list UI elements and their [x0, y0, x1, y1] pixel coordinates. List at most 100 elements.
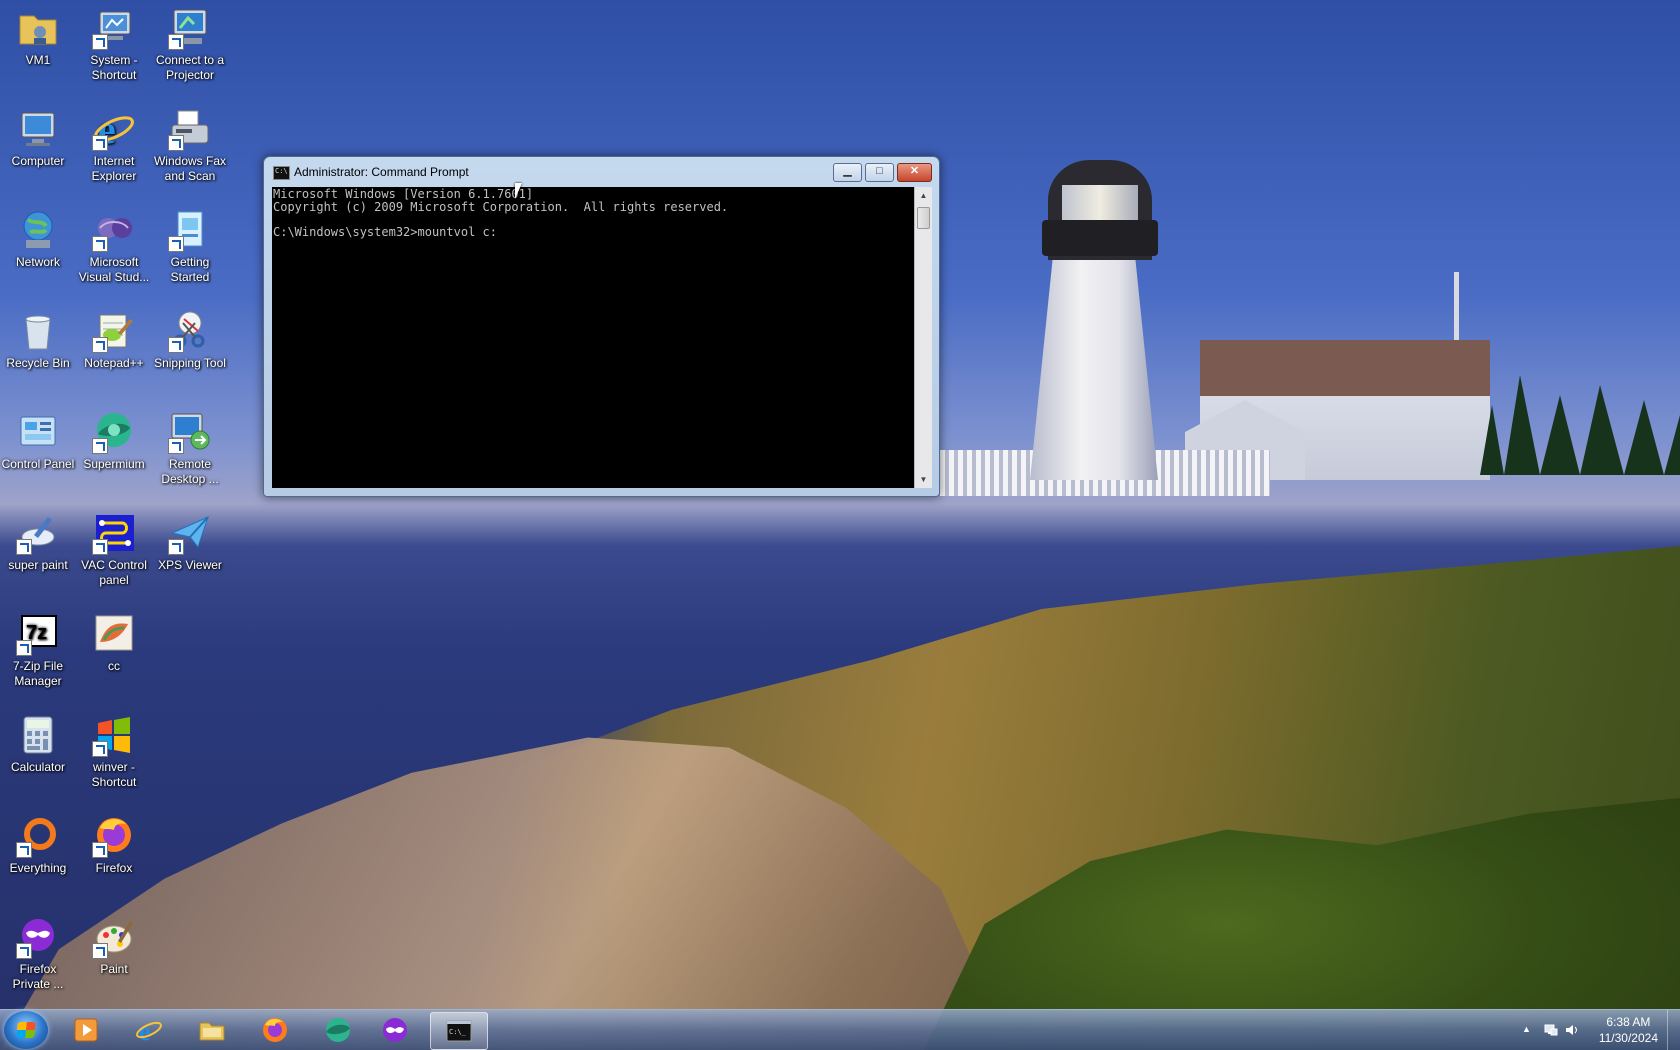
desktop-icon-paint[interactable]: Paint — [76, 915, 152, 977]
clock-date: 11/30/2024 — [1598, 1031, 1658, 1045]
getting-started-icon — [168, 208, 212, 252]
maximize-button[interactable]: □ — [865, 163, 894, 182]
clock-time: 6:38 AM — [1606, 1015, 1651, 1029]
desktop-icon-system-shortcut[interactable]: System - Shortcut — [76, 6, 152, 83]
scrollbar-thumb[interactable] — [917, 207, 930, 229]
desktop-icon-connect-projector[interactable]: Connect to a Projector — [152, 6, 228, 83]
folder-icon — [199, 1022, 225, 1041]
snipping-scissors-icon — [168, 309, 212, 353]
desktop-icon-cc[interactable]: cc — [76, 612, 152, 674]
supermium-icon — [326, 1018, 350, 1042]
desktop-icon-notepad-plus-plus[interactable]: Notepad++ — [76, 309, 152, 371]
shortcut-arrow-icon — [92, 236, 108, 252]
taskbar-command-prompt[interactable]: C:\_ — [430, 1012, 488, 1050]
taskbar-internet-explorer[interactable]: e — [121, 1012, 177, 1048]
show-desktop-button[interactable] — [1667, 1010, 1680, 1050]
desktop-icon-snipping-tool[interactable]: Snipping Tool — [152, 309, 228, 371]
control-panel-icon — [16, 410, 60, 454]
firefox-icon — [263, 1018, 287, 1042]
folder-user-icon — [16, 6, 60, 50]
desktop-icon-computer[interactable]: Computer — [0, 107, 76, 169]
windows-logo-icon — [92, 713, 136, 757]
shortcut-arrow-icon — [168, 539, 184, 555]
wallpaper-lighthouse-gallery — [1042, 220, 1158, 256]
mouse-cursor-icon — [515, 183, 522, 199]
cc-image-icon — [92, 612, 136, 656]
desktop-icon-control-panel[interactable]: Control Panel — [0, 410, 76, 472]
vertical-scrollbar[interactable]: ▲ ▼ — [914, 187, 932, 488]
taskbar-supermium[interactable] — [310, 1012, 366, 1048]
close-button[interactable]: ✕ — [897, 163, 932, 182]
desktop-icon-getting-started[interactable]: Getting Started — [152, 208, 228, 285]
taskbar-file-explorer[interactable] — [184, 1012, 240, 1048]
console-output-area[interactable]: Microsoft Windows [Version 6.1.7601] Cop… — [272, 187, 914, 488]
taskbar-firefox[interactable] — [247, 1012, 303, 1048]
desktop-icon-remote-desktop[interactable]: Remote Desktop ... — [152, 410, 228, 487]
taskbar-firefox-private[interactable] — [367, 1012, 423, 1048]
computer-icon — [16, 107, 60, 151]
network-status-icon[interactable] — [1544, 1023, 1558, 1037]
everything-search-icon — [16, 814, 60, 858]
window-title-bar[interactable]: Administrator: Command Prompt ▁ □ ✕ — [264, 157, 939, 187]
svg-text:C:\_: C:\_ — [449, 1028, 467, 1036]
shortcut-arrow-icon — [92, 943, 108, 959]
calculator-icon — [16, 713, 60, 757]
shortcut-arrow-icon — [16, 943, 32, 959]
taskbar-clock[interactable]: 6:38 AM 11/30/2024 — [1599, 1014, 1658, 1046]
desktop-icon-firefox-private[interactable]: Firefox Private ... — [0, 915, 76, 992]
minimize-button[interactable]: ▁ — [833, 163, 862, 182]
wallpaper-lighthouse — [1030, 255, 1158, 480]
desktop-icon-firefox[interactable]: Firefox — [76, 814, 152, 876]
show-hidden-icons-chevron-icon[interactable]: ▲ — [1522, 1024, 1536, 1038]
desktop-icon-calculator[interactable]: Calculator — [0, 713, 76, 775]
paint-palette-icon — [92, 915, 136, 959]
command-prompt-icon: C:\_ — [446, 1020, 472, 1042]
shortcut-arrow-icon — [92, 135, 108, 151]
cmd-app-icon[interactable] — [273, 166, 290, 180]
shortcut-arrow-icon — [92, 337, 108, 353]
supermium-icon — [92, 410, 136, 454]
vac-cable-icon — [92, 511, 136, 555]
scroll-down-arrow-icon[interactable]: ▼ — [915, 471, 932, 488]
taskbar-media-player[interactable] — [58, 1012, 114, 1048]
desktop-icon-everything[interactable]: Everything — [0, 814, 76, 876]
start-button[interactable] — [4, 1011, 48, 1049]
shortcut-arrow-icon — [168, 337, 184, 353]
desktop-icon-vac-control-panel[interactable]: VAC Control panel — [76, 511, 152, 588]
shortcut-arrow-icon — [16, 539, 32, 555]
wallpaper-trees — [1480, 375, 1680, 475]
desktop-icon-windows-fax-scan[interactable]: Windows Fax and Scan — [152, 107, 228, 184]
taskbar: e C:\_ ▲ 6:38 AM 11/30/2024 — [0, 1009, 1680, 1050]
volume-speaker-icon[interactable] — [1565, 1023, 1579, 1037]
visual-studio-icon — [92, 208, 136, 252]
system-tray: ▲ 6:38 AM 11/30/2024 — [1490, 1010, 1680, 1050]
desktop-icon-visual-studio[interactable]: Microsoft Visual Stud... — [76, 208, 152, 285]
shortcut-arrow-icon — [16, 842, 32, 858]
desktop-icon-7zip[interactable]: 7z 7-Zip File Manager — [0, 612, 76, 689]
window-title: Administrator: Command Prompt — [294, 165, 469, 179]
desktop-icon-xps-viewer[interactable]: XPS Viewer — [152, 511, 228, 573]
desktop-icon-vm1[interactable]: VM1 — [0, 6, 76, 68]
shortcut-arrow-icon — [168, 135, 184, 151]
firefox-icon — [92, 814, 136, 858]
desktop-icon-internet-explorer[interactable]: e Internet Explorer — [76, 107, 152, 184]
desktop-icon-supermium[interactable]: Supermium — [76, 410, 152, 472]
shortcut-arrow-icon — [92, 741, 108, 757]
desktop-icon-super-paint[interactable]: super paint — [0, 511, 76, 573]
paint-brush-icon — [16, 511, 60, 555]
desktop-icon-network[interactable]: Network — [0, 208, 76, 270]
desktop-icon-recycle-bin[interactable]: Recycle Bin — [0, 309, 76, 371]
shortcut-arrow-icon — [168, 236, 184, 252]
scroll-up-arrow-icon[interactable]: ▲ — [915, 187, 932, 204]
7zip-icon: 7z — [16, 612, 60, 656]
shortcut-arrow-icon — [168, 438, 184, 454]
desktop-icon-winver-shortcut[interactable]: winver - Shortcut — [76, 713, 152, 790]
shortcut-arrow-icon — [92, 539, 108, 555]
network-globe-icon — [16, 208, 60, 252]
recycle-bin-icon — [16, 309, 60, 353]
command-prompt-window[interactable]: Administrator: Command Prompt ▁ □ ✕ Micr… — [263, 156, 940, 497]
shortcut-arrow-icon — [168, 34, 184, 50]
internet-explorer-icon: e — [92, 107, 136, 151]
firefox-private-icon — [383, 1018, 407, 1042]
shortcut-arrow-icon — [92, 438, 108, 454]
